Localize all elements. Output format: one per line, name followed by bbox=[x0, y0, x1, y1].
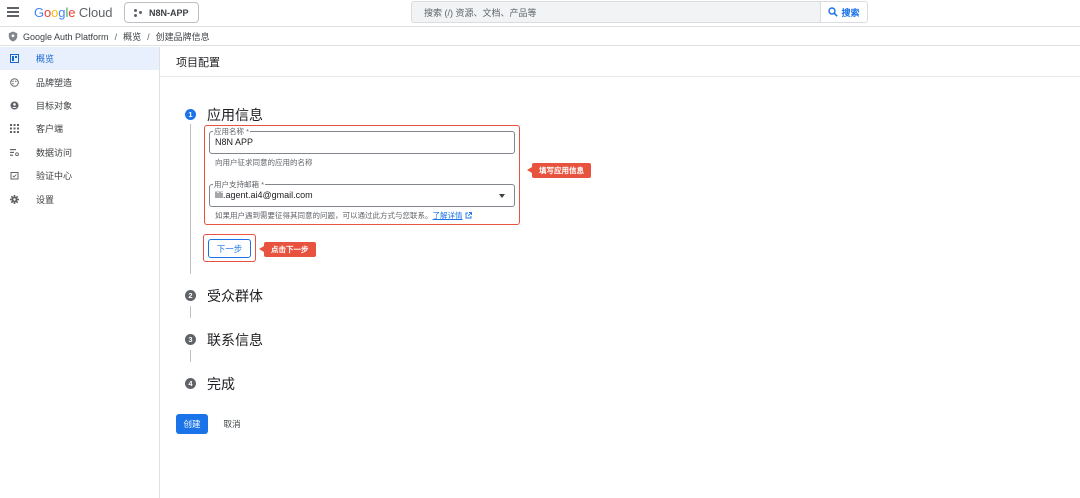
palette-icon bbox=[10, 77, 19, 87]
project-icon bbox=[134, 8, 144, 18]
step-2-indicator: 2 bbox=[185, 290, 196, 301]
verification-icon bbox=[10, 171, 19, 180]
divider bbox=[160, 76, 1080, 77]
search-icon bbox=[828, 7, 839, 17]
dashboard-icon bbox=[10, 54, 19, 64]
breadcrumb-item-overview[interactable]: 概览 bbox=[123, 30, 141, 43]
support-email-label: 用户支持邮箱 * bbox=[213, 179, 266, 190]
breadcrumb: Google Auth Platform / 概览 / 创建品牌信息 bbox=[0, 28, 1080, 46]
step-connector bbox=[190, 350, 191, 362]
sidebar: 概览 品牌塑造 目标对象 客户端 数据访问 验证中心 设置 bbox=[0, 47, 160, 498]
breadcrumb-separator: / bbox=[114, 31, 118, 42]
sidebar-item-settings[interactable]: 设置 bbox=[0, 187, 159, 210]
person-icon bbox=[10, 101, 19, 110]
app-name-label: 应用名称 * bbox=[213, 126, 251, 137]
breadcrumb-item-current: 创建品牌信息 bbox=[155, 32, 210, 42]
project-picker-button[interactable]: N8N-APP bbox=[124, 2, 199, 23]
step-connector bbox=[190, 306, 191, 318]
sidebar-item-verification[interactable]: 验证中心 bbox=[0, 164, 159, 187]
step-4-label[interactable]: 完成 bbox=[207, 374, 235, 394]
sidebar-item-branding[interactable]: 品牌塑造 bbox=[0, 70, 159, 93]
top-bar: Google Cloud N8N-APP 搜索 (/) 资源、文档、产品等 搜索 bbox=[0, 0, 1080, 27]
sidebar-item-data-access[interactable]: 数据访问 bbox=[0, 141, 159, 164]
google-cloud-logo[interactable]: Google Cloud bbox=[34, 5, 112, 20]
gear-icon bbox=[10, 194, 19, 204]
support-email-hint: 如果用户遇到需要征得其同意的问题，可以通过此方式与您联系。了解详情 bbox=[215, 210, 472, 221]
apps-grid-icon bbox=[10, 124, 19, 134]
learn-more-link[interactable]: 了解详情 bbox=[433, 211, 463, 220]
data-access-icon bbox=[10, 148, 19, 157]
step-4-indicator: 4 bbox=[185, 378, 196, 389]
step-3-label[interactable]: 联系信息 bbox=[207, 330, 263, 350]
sidebar-item-label: 客户端 bbox=[36, 124, 64, 135]
step-1-label[interactable]: 应用信息 bbox=[207, 105, 263, 125]
sidebar-item-overview[interactable]: 概览 bbox=[0, 47, 159, 71]
sidebar-item-audience[interactable]: 目标对象 bbox=[0, 94, 159, 117]
search-button-label: 搜索 bbox=[841, 7, 860, 18]
shield-icon bbox=[8, 31, 18, 42]
sidebar-item-label: 设置 bbox=[36, 194, 55, 205]
search-placeholder: 搜索 (/) 资源、文档、产品等 bbox=[424, 7, 537, 18]
annotation-click-next: 点击下一步 bbox=[259, 242, 316, 257]
step-2-label[interactable]: 受众群体 bbox=[207, 286, 263, 306]
page-title: 项目配置 bbox=[176, 57, 220, 69]
app-name-field[interactable] bbox=[209, 131, 515, 154]
create-button[interactable]: 创建 bbox=[176, 414, 208, 434]
sidebar-item-label: 验证中心 bbox=[36, 171, 73, 182]
breadcrumb-separator: / bbox=[147, 31, 150, 42]
support-email-hint-text: 如果用户遇到需要征得其同意的问题，可以通过此方式与您联系。 bbox=[215, 211, 433, 220]
step-3-indicator: 3 bbox=[185, 334, 196, 345]
sidebar-item-label: 数据访问 bbox=[36, 147, 73, 158]
sidebar-item-label: 概览 bbox=[36, 54, 55, 65]
app-name-value: N8N APP bbox=[215, 137, 254, 147]
project-name: N8N-APP bbox=[149, 7, 189, 18]
app-name-hint: 向用户征求同意的应用的名称 bbox=[215, 158, 313, 167]
next-button[interactable]: 下一步 bbox=[208, 239, 251, 258]
step-connector bbox=[190, 124, 191, 274]
cancel-button[interactable]: 取消 bbox=[217, 414, 247, 434]
external-link-icon[interactable] bbox=[465, 212, 472, 219]
menu-icon[interactable] bbox=[7, 7, 19, 19]
chevron-down-icon[interactable] bbox=[499, 194, 505, 198]
search-input[interactable]: 搜索 (/) 资源、文档、产品等 bbox=[411, 1, 821, 23]
breadcrumb-item-platform[interactable]: Google Auth Platform bbox=[23, 32, 109, 42]
sidebar-item-clients[interactable]: 客户端 bbox=[0, 117, 159, 140]
sidebar-item-label: 品牌塑造 bbox=[36, 77, 73, 88]
support-email-value: lili.agent.ai4@gmail.com bbox=[215, 190, 313, 200]
sidebar-item-label: 目标对象 bbox=[36, 100, 73, 111]
annotation-fill-app-info: 填写应用信息 bbox=[527, 163, 591, 178]
search-button[interactable]: 搜索 bbox=[820, 1, 868, 23]
step-1-indicator: 1 bbox=[185, 109, 196, 120]
